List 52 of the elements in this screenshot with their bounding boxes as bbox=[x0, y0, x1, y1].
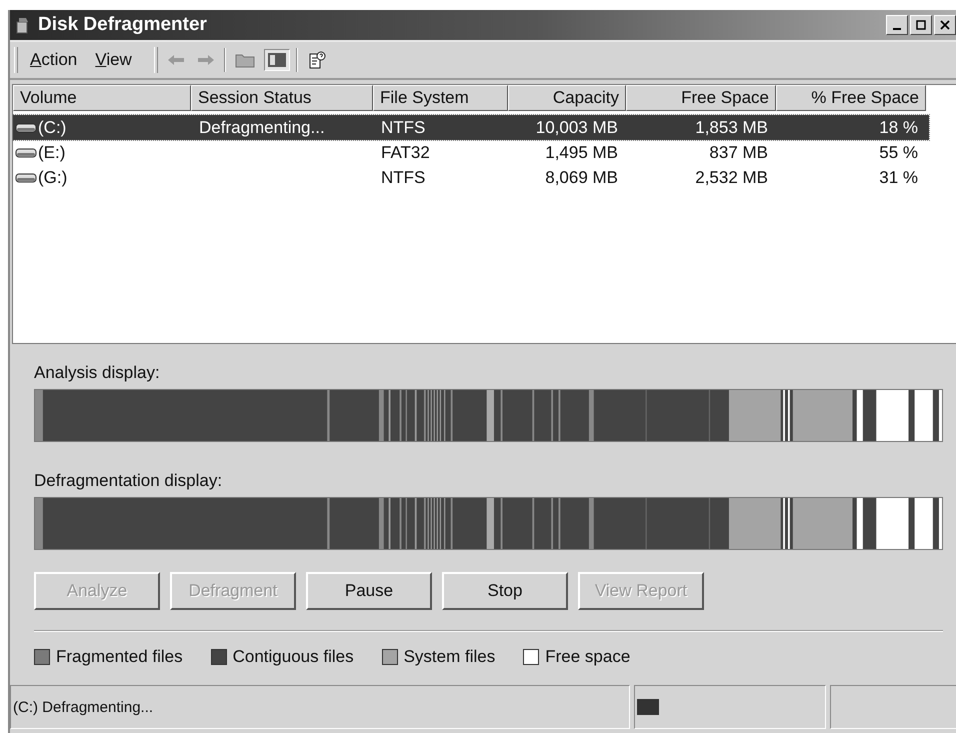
drive-icon bbox=[15, 172, 37, 184]
legend-label: System files bbox=[404, 647, 496, 668]
maximize-button[interactable] bbox=[910, 15, 932, 35]
minimize-button[interactable] bbox=[886, 15, 908, 35]
table-cell: FAT32 bbox=[381, 142, 430, 162]
table-cell: 8,069 MB bbox=[545, 168, 618, 188]
column-header[interactable]: % Free Space bbox=[776, 85, 926, 111]
maximize-icon bbox=[916, 20, 926, 30]
table-cell: 1,853 MB bbox=[695, 118, 768, 138]
table-cell: 1,495 MB bbox=[545, 142, 618, 162]
table-cell: 18 % bbox=[879, 118, 918, 138]
forward-arrow-icon bbox=[196, 54, 215, 66]
table-cell: 10,003 MB bbox=[536, 118, 618, 138]
legend-label: Contiguous files bbox=[232, 647, 354, 668]
volume-row[interactable]: (G:) NTFS 8,069 MB 2,532 MB 31 % bbox=[13, 165, 929, 190]
display-label: Analysis display: bbox=[34, 363, 160, 384]
close-icon bbox=[940, 20, 950, 30]
menu-item[interactable]: View bbox=[89, 50, 138, 70]
display-label: Defragmentation display: bbox=[34, 471, 222, 492]
legend-label: Fragmented files bbox=[56, 647, 183, 668]
table-cell: 837 MB bbox=[709, 142, 768, 162]
column-header[interactable]: Session Status bbox=[191, 85, 373, 111]
column-header[interactable]: Capacity bbox=[508, 85, 626, 111]
action-button[interactable]: Stop bbox=[442, 572, 568, 610]
table-cell: 2,532 MB bbox=[695, 168, 768, 188]
table-cell: NTFS bbox=[381, 118, 426, 138]
legend-label: Free space bbox=[545, 647, 630, 668]
close-button[interactable] bbox=[934, 15, 956, 35]
window-title: Disk Defragmenter bbox=[38, 14, 207, 36]
status-text-panel: (C:) Defragmenting... bbox=[10, 685, 630, 729]
table-cell: (G:) bbox=[38, 168, 68, 188]
table-cell: NTFS bbox=[381, 168, 426, 188]
panel-icon bbox=[266, 52, 287, 68]
volume-row[interactable]: (C:) Defragmenting... NTFS 10,003 MB 1,853 MB 18 % bbox=[13, 115, 929, 140]
drive-icon bbox=[15, 146, 37, 158]
table-cell: 55 % bbox=[879, 142, 918, 162]
drive-icon bbox=[15, 122, 37, 134]
action-button[interactable]: Pause bbox=[306, 572, 432, 610]
folder-icon bbox=[234, 52, 255, 68]
panel-toggle-button[interactable] bbox=[264, 49, 290, 71]
minimize-icon bbox=[893, 28, 901, 30]
column-header[interactable]: File System bbox=[373, 85, 508, 111]
table-cell: Defragmenting... bbox=[199, 118, 325, 138]
menu-item[interactable]: Action bbox=[24, 50, 84, 70]
column-header[interactable]: Free Space bbox=[626, 85, 776, 111]
table-cell: (E:) bbox=[38, 142, 66, 162]
table-cell: 31 % bbox=[879, 168, 918, 188]
column-header[interactable]: Volume bbox=[13, 85, 191, 111]
help-icon bbox=[306, 50, 327, 70]
back-arrow-icon bbox=[166, 54, 185, 66]
volume-row[interactable]: (E:) FAT32 1,495 MB 837 MB 55 % bbox=[13, 140, 929, 165]
table-cell: (C:) bbox=[38, 118, 66, 138]
